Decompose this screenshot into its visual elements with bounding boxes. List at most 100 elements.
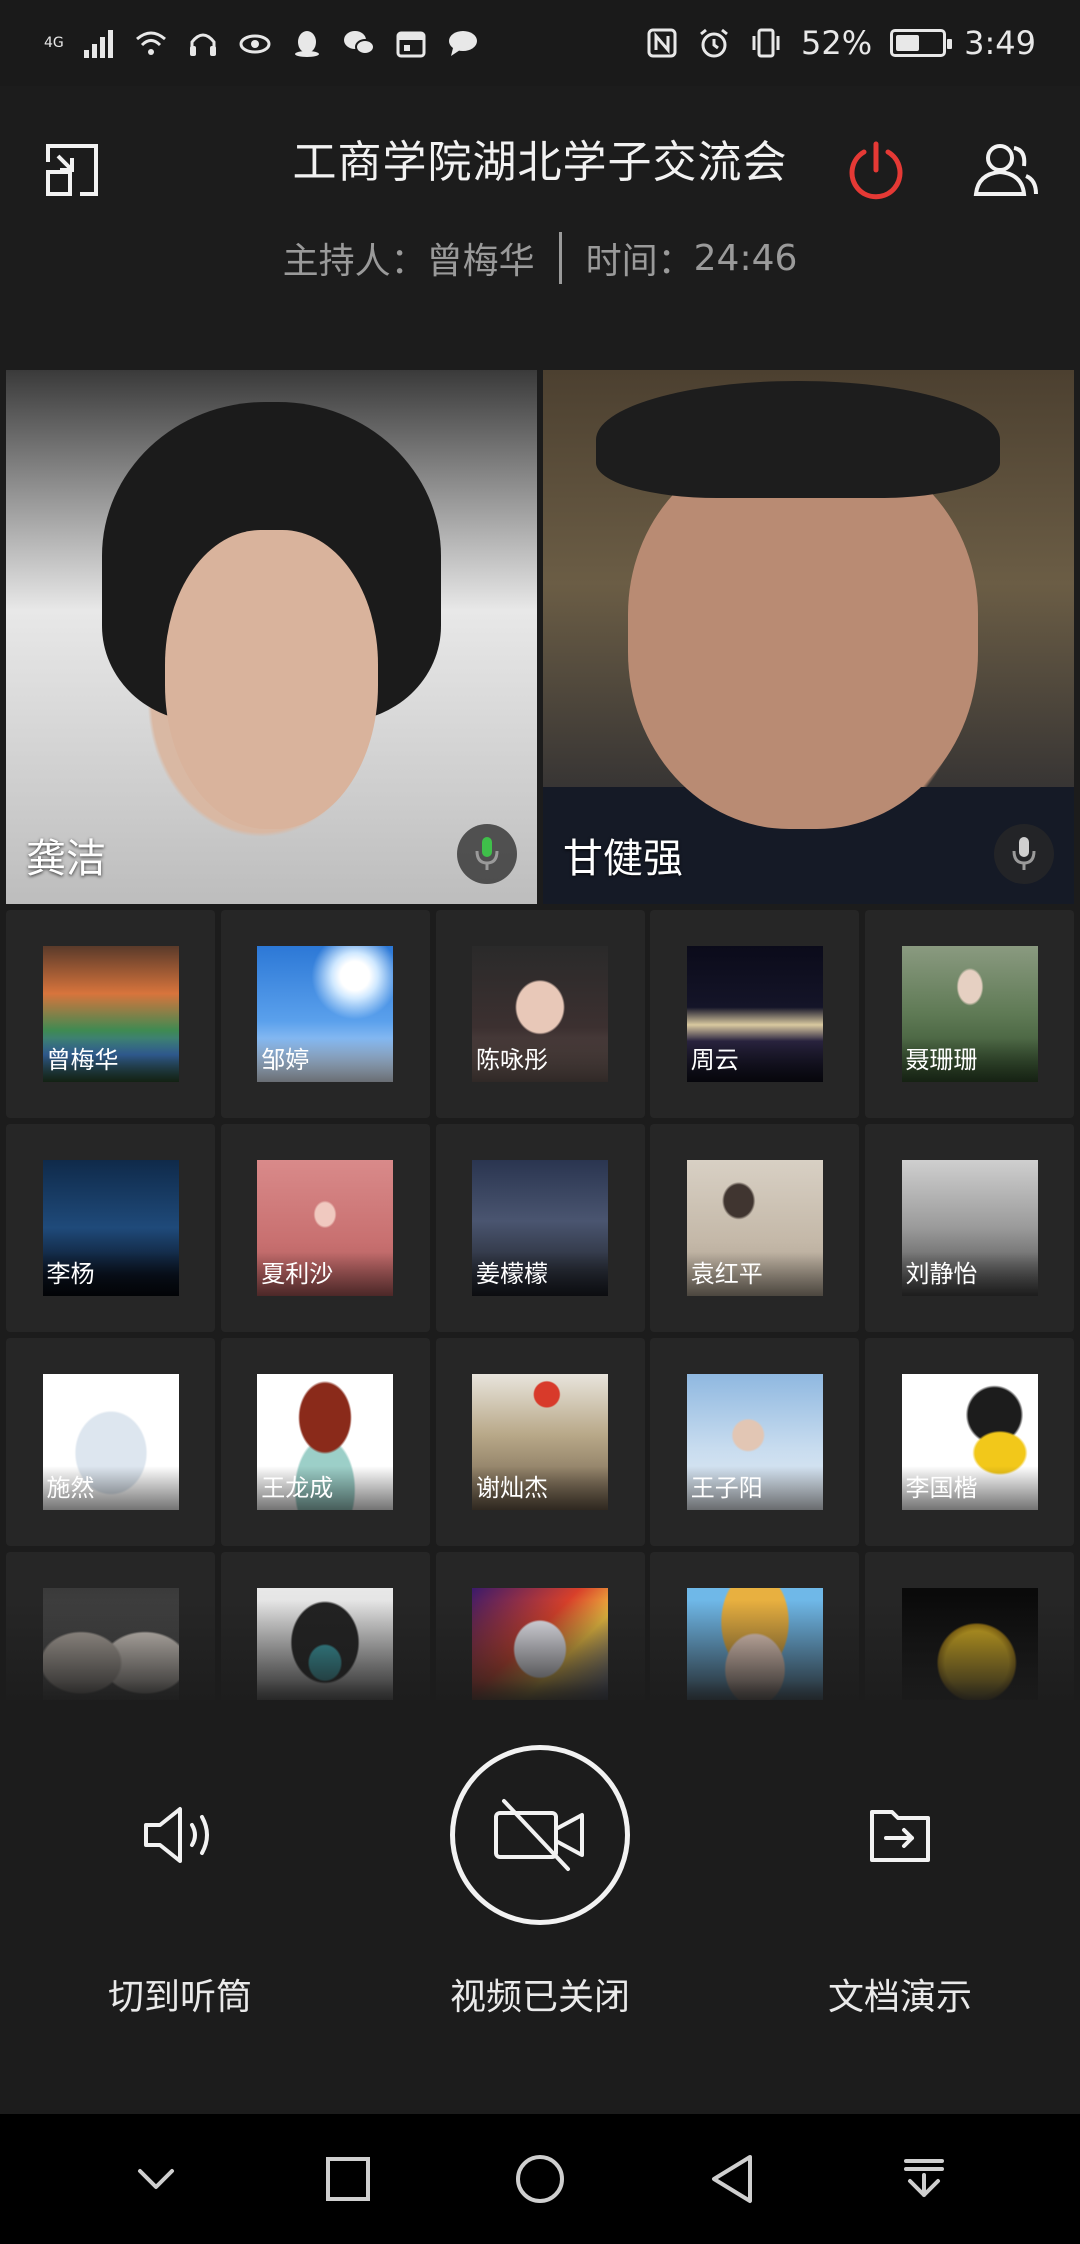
participants-icon	[973, 144, 1038, 196]
speaker-icon	[144, 1807, 209, 1863]
participant-name: 周云	[686, 1038, 823, 1082]
battery-percent: 52%	[801, 24, 873, 62]
time-label: 时间：	[585, 241, 694, 282]
participant-name: 王子阳	[686, 1466, 823, 1510]
participant-avatar	[901, 1588, 1038, 1700]
meeting-title: 工商学院湖北学子交流会	[292, 137, 788, 188]
participant-name	[257, 1680, 394, 1700]
message-icon	[448, 31, 477, 56]
meeting-info: 主持人： 曾梅华 时间： 24:46	[0, 232, 1080, 284]
participant-name: 邹婷	[257, 1038, 394, 1082]
participant-avatar: 刘静怡	[901, 1160, 1038, 1296]
participant-tile[interactable]: 袁红平	[650, 1124, 860, 1332]
participant-avatar	[257, 1588, 394, 1700]
headset-icon	[189, 33, 216, 56]
participant-name	[686, 1680, 823, 1700]
participant-tile[interactable]: 邹婷	[220, 910, 430, 1118]
signal-icon	[83, 30, 113, 58]
participant-tile[interactable]: 周云	[650, 910, 860, 1118]
network-type: 4G	[44, 35, 64, 51]
participant-avatar	[42, 1588, 179, 1700]
video-person-face	[627, 444, 979, 830]
participant-avatar: 夏利沙	[257, 1160, 394, 1296]
video-person-face	[165, 530, 378, 830]
host-name: 曾梅华	[426, 241, 535, 282]
participant-name: 曾梅华	[42, 1038, 179, 1082]
alarm-icon	[700, 28, 728, 58]
participant-name: 陈咏彤	[472, 1038, 608, 1082]
participant-tile[interactable]	[435, 1552, 645, 1700]
document-share-button[interactable]: 文档演示	[750, 1710, 1050, 2020]
elapsed-time: 24:46	[693, 237, 798, 279]
video-area: 龚洁 甘健强	[6, 370, 1074, 904]
nav-back-button[interactable]	[692, 2139, 772, 2219]
participant-tile[interactable]: 施然	[6, 1338, 215, 1546]
participant-tile[interactable]: 姜檬檬	[435, 1124, 645, 1332]
nav-notifications-button[interactable]	[884, 2139, 964, 2219]
participant-grid[interactable]: 曾梅华 邹婷 陈咏彤 周云 聂珊珊李杨 夏利沙 姜檬檬 袁红平 刘静怡施然 王龙成 谢灿杰 王子阳 李国…	[6, 910, 1074, 1700]
clock: 3:49	[964, 24, 1036, 62]
participant-tile[interactable]: 聂珊珊	[865, 910, 1074, 1118]
status-bar: 4G 52% 3:49	[0, 0, 1080, 86]
meeting-header: 工商学院湖北学子交流会 主持人： 曾梅华 时间： 24:46	[0, 86, 1080, 366]
participant-tile[interactable]	[6, 1552, 215, 1700]
participant-tile[interactable]: 李杨	[6, 1124, 215, 1332]
video-status-label: 视频已关闭	[449, 1977, 630, 2018]
video-tile[interactable]: 龚洁	[6, 370, 537, 904]
toggle-video-button[interactable]: 视频已关闭	[390, 1710, 690, 2020]
video-off-icon	[450, 1745, 630, 1925]
participant-avatar: 王子阳	[686, 1374, 823, 1510]
document-share-label: 文档演示	[827, 1977, 972, 2018]
video-person-hair	[596, 380, 1000, 499]
participant-name: 姜檬檬	[472, 1252, 608, 1296]
participants-button[interactable]	[966, 130, 1046, 210]
participant-tile[interactable]: 夏利沙	[220, 1124, 430, 1332]
participant-avatar: 聂珊珊	[901, 946, 1038, 1082]
participant-name: 夏利沙	[257, 1252, 394, 1296]
mic-icon	[994, 824, 1054, 884]
participant-tile[interactable]: 陈咏彤	[435, 910, 645, 1118]
participant-tile[interactable]: 刘静怡	[865, 1124, 1074, 1332]
eye-icon	[239, 34, 271, 54]
participant-tile[interactable]	[650, 1552, 860, 1700]
info-divider	[558, 232, 562, 284]
end-meeting-button[interactable]	[836, 130, 916, 210]
video-participant-name: 龚洁	[26, 836, 106, 882]
power-icon	[849, 141, 903, 200]
nav-home-button[interactable]	[500, 2139, 580, 2219]
participant-avatar: 李杨	[42, 1160, 179, 1296]
participant-avatar: 施然	[42, 1374, 179, 1510]
home-circle-icon	[516, 2155, 564, 2203]
participant-avatar: 袁红平	[686, 1160, 823, 1296]
participant-tile[interactable]: 王子阳	[650, 1338, 860, 1546]
nfc-icon	[647, 28, 677, 58]
participant-avatar: 王龙成	[257, 1374, 394, 1510]
wifi-icon	[135, 31, 166, 55]
participant-avatar: 周云	[686, 946, 823, 1082]
participant-avatar: 姜檬檬	[472, 1160, 608, 1296]
video-tile[interactable]: 甘健强	[543, 370, 1074, 904]
participant-avatar: 谢灿杰	[472, 1374, 608, 1510]
system-nav-bar	[0, 2114, 1080, 2244]
participant-name: 袁红平	[686, 1252, 823, 1296]
participant-avatar	[472, 1588, 608, 1700]
participant-name: 王龙成	[257, 1466, 394, 1510]
participant-name: 李杨	[42, 1252, 179, 1296]
participant-tile[interactable]: 李国楷	[865, 1338, 1074, 1546]
participant-name	[42, 1680, 179, 1700]
participant-tile[interactable]: 王龙成	[220, 1338, 430, 1546]
participant-tile[interactable]: 曾梅华	[6, 910, 215, 1118]
meeting-controls: 切到听筒 视频已关闭 文档演示	[0, 1710, 1080, 2114]
participant-tile[interactable]	[220, 1552, 430, 1700]
battery-fill	[896, 35, 920, 51]
recents-square-icon	[326, 2157, 370, 2201]
nav-recents-button[interactable]	[308, 2139, 388, 2219]
battery-icon	[890, 29, 953, 57]
nav-collapse-button[interactable]	[116, 2139, 196, 2219]
participant-avatar: 李国楷	[901, 1374, 1038, 1510]
participant-avatar: 邹婷	[257, 946, 394, 1082]
switch-to-earpiece-button[interactable]: 切到听筒	[30, 1710, 330, 2020]
participant-tile[interactable]	[865, 1552, 1074, 1700]
vibrate-icon	[752, 28, 780, 58]
participant-tile[interactable]: 谢灿杰	[435, 1338, 645, 1546]
